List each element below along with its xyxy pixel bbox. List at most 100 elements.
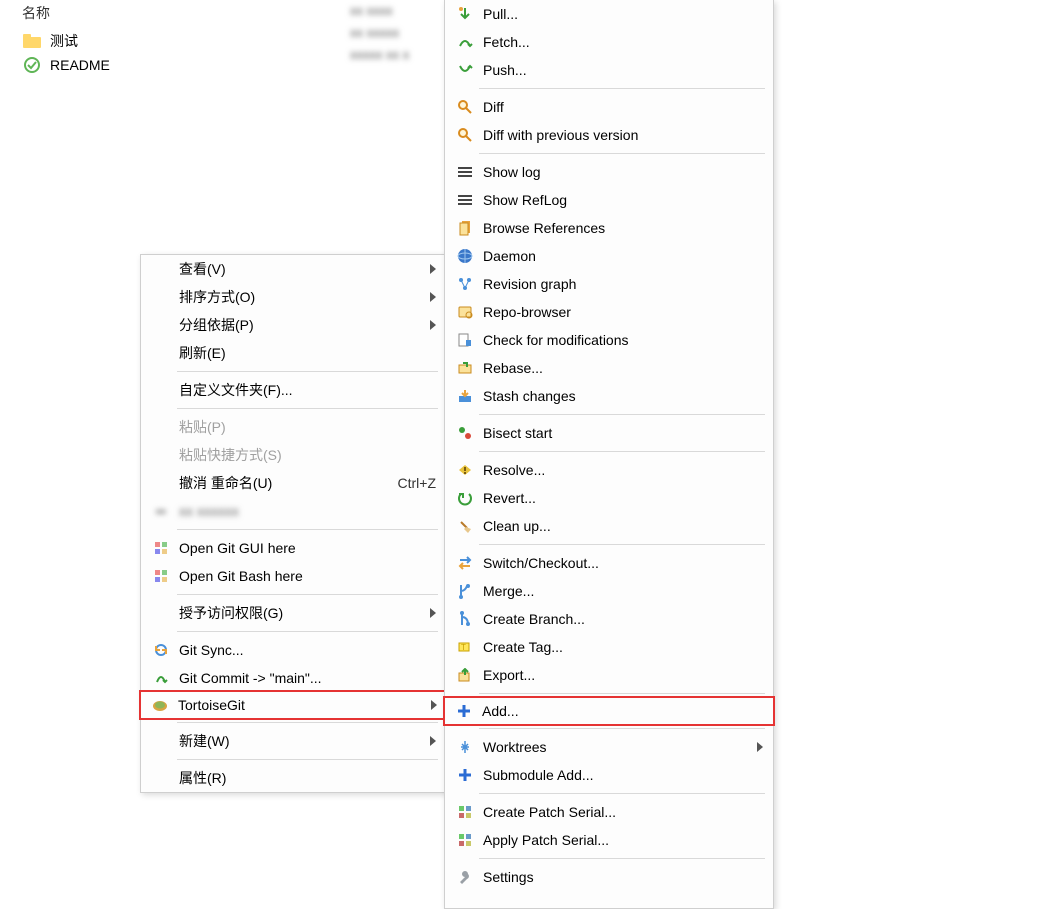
wrench-icon — [453, 867, 477, 887]
log-icon — [453, 162, 477, 182]
menu-settings[interactable]: Settings — [445, 863, 773, 891]
readme-icon — [22, 55, 42, 75]
menu-show-reflog[interactable]: Show RefLog — [445, 186, 773, 214]
menu-git-sync[interactable]: Git Sync... — [141, 636, 446, 664]
menu-group[interactable]: 分组依据(P) — [141, 311, 446, 339]
menu-fetch[interactable]: Fetch... — [445, 28, 773, 56]
git-bash-icon — [149, 566, 173, 586]
menu-stash[interactable]: Stash changes — [445, 382, 773, 410]
menu-bisect[interactable]: Bisect start — [445, 419, 773, 447]
menu-revision-graph[interactable]: Revision graph — [445, 270, 773, 298]
separator — [479, 693, 765, 694]
menu-create-patch[interactable]: Create Patch Serial... — [445, 798, 773, 826]
menu-properties[interactable]: 属性(R) — [141, 764, 446, 792]
menu-submodule-add[interactable]: Submodule Add... — [445, 761, 773, 789]
menu-repo-browser[interactable]: Repo-browser — [445, 298, 773, 326]
menu-add[interactable]: Add... — [444, 697, 774, 725]
graph-icon — [453, 274, 477, 294]
context-menu-primary: 查看(V) 排序方式(O) 分组依据(P) 刷新(E) 自定义文件夹(F)...… — [140, 254, 447, 793]
plus-icon — [452, 701, 476, 721]
fetch-icon — [453, 32, 477, 52]
menu-show-log[interactable]: Show log — [445, 158, 773, 186]
chevron-right-icon — [430, 608, 436, 618]
menu-git-bash[interactable]: Open Git Bash here — [141, 562, 446, 590]
menu-rebase[interactable]: Rebase... — [445, 354, 773, 382]
menu-tortoisegit[interactable]: TortoiseGit — [140, 691, 447, 719]
menu-push[interactable]: Push... — [445, 56, 773, 84]
menu-cleanup[interactable]: Clean up... — [445, 512, 773, 540]
menu-resolve[interactable]: Resolve... — [445, 456, 773, 484]
worktree-icon — [453, 737, 477, 757]
export-icon — [453, 665, 477, 685]
chevron-right-icon — [430, 736, 436, 746]
menu-blurred-item[interactable]: ▪▪ xx xxxxxx — [141, 497, 446, 525]
refs-icon — [453, 218, 477, 238]
chevron-right-icon — [430, 292, 436, 302]
menu-daemon[interactable]: Daemon — [445, 242, 773, 270]
bisect-icon — [453, 423, 477, 443]
menu-new[interactable]: 新建(W) — [141, 727, 446, 755]
blank-icon — [149, 603, 173, 623]
reflog-icon — [453, 190, 477, 210]
separator — [479, 858, 765, 859]
separator — [479, 414, 765, 415]
blank-icon — [149, 473, 173, 493]
menu-revert[interactable]: Revert... — [445, 484, 773, 512]
sync-icon — [149, 640, 173, 660]
pull-icon — [453, 4, 477, 24]
broom-icon — [453, 516, 477, 536]
separator — [479, 728, 765, 729]
tortoise-icon — [148, 695, 172, 715]
blank-icon — [149, 731, 173, 751]
blurred-icon: ▪▪ — [149, 501, 173, 521]
chevron-right-icon — [431, 700, 437, 710]
menu-check-modifications[interactable]: Check for modifications — [445, 326, 773, 354]
push-icon — [453, 60, 477, 80]
menu-browse-refs[interactable]: Browse References — [445, 214, 773, 242]
separator — [479, 793, 765, 794]
separator — [177, 529, 438, 530]
menu-pull[interactable]: Pull... — [445, 0, 773, 28]
stash-icon — [453, 386, 477, 406]
menu-create-tag[interactable]: T Create Tag... — [445, 633, 773, 661]
menu-diff[interactable]: Diff — [445, 93, 773, 121]
menu-export[interactable]: Export... — [445, 661, 773, 689]
switch-icon — [453, 553, 477, 573]
menu-apply-patch[interactable]: Apply Patch Serial... — [445, 826, 773, 854]
menu-worktrees[interactable]: Worktrees — [445, 733, 773, 761]
separator — [479, 153, 765, 154]
menu-git-commit[interactable]: Git Commit -> "main"... — [141, 664, 446, 692]
menu-customize-folder[interactable]: 自定义文件夹(F)... — [141, 376, 446, 404]
menu-refresh[interactable]: 刷新(E) — [141, 339, 446, 367]
patch-create-icon — [453, 802, 477, 822]
chevron-right-icon — [757, 742, 763, 752]
git-gui-icon — [149, 538, 173, 558]
menu-git-gui[interactable]: Open Git GUI here — [141, 534, 446, 562]
menu-merge[interactable]: Merge... — [445, 577, 773, 605]
folder-icon — [22, 31, 42, 51]
separator — [177, 594, 438, 595]
separator — [177, 722, 438, 723]
menu-sort[interactable]: 排序方式(O) — [141, 283, 446, 311]
menu-switch-checkout[interactable]: Switch/Checkout... — [445, 549, 773, 577]
menu-diff-prev[interactable]: Diff with previous version — [445, 121, 773, 149]
blank-icon — [149, 768, 173, 788]
menu-view[interactable]: 查看(V) — [141, 255, 446, 283]
magnifier-icon — [453, 97, 477, 117]
menu-paste-shortcut: 粘贴快捷方式(S) — [141, 441, 446, 469]
blank-icon — [149, 259, 173, 279]
menu-grant-access[interactable]: 授予访问权限(G) — [141, 599, 446, 627]
separator — [479, 88, 765, 89]
menu-paste: 粘贴(P) — [141, 413, 446, 441]
separator — [177, 759, 438, 760]
rebase-icon — [453, 358, 477, 378]
repo-icon — [453, 302, 477, 322]
shortcut-text: Ctrl+Z — [388, 475, 437, 491]
menu-create-branch[interactable]: Create Branch... — [445, 605, 773, 633]
blank-icon — [149, 287, 173, 307]
merge-icon — [453, 581, 477, 601]
separator — [479, 544, 765, 545]
revert-icon — [453, 488, 477, 508]
blank-icon — [149, 343, 173, 363]
menu-undo-rename[interactable]: 撤消 重命名(U) Ctrl+Z — [141, 469, 446, 497]
